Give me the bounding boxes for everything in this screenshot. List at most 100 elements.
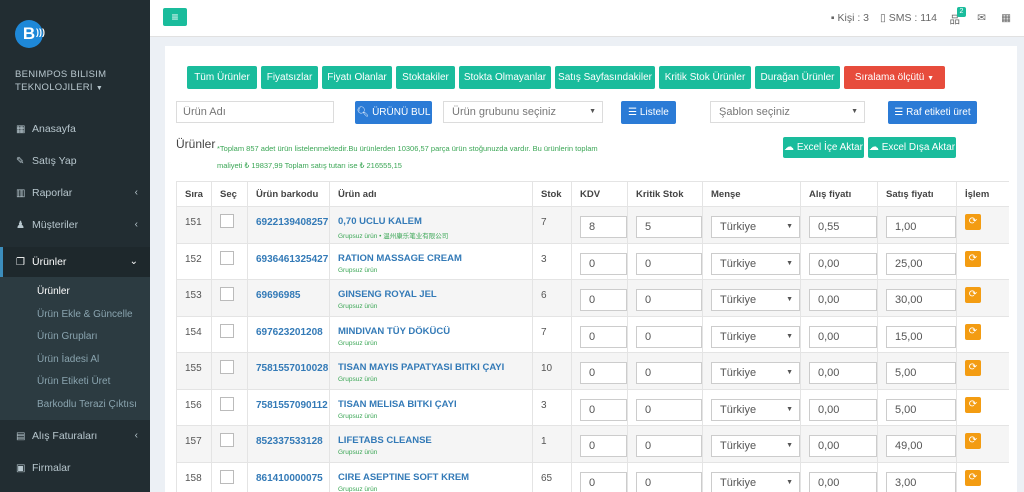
critical-stock-input[interactable]: 0 <box>636 289 702 311</box>
shelf-label-button[interactable]: ☰ Raf etiketi üret <box>888 101 977 124</box>
product-barcode-link[interactable]: 6922139408257 <box>256 207 329 228</box>
critical-stock-input[interactable]: 0 <box>636 398 702 421</box>
col-alis[interactable]: Alış fiyatı <box>800 181 878 207</box>
list-button[interactable]: ☰ Listele <box>621 101 676 124</box>
row-select-checkbox[interactable] <box>220 323 234 338</box>
purchase-price-input[interactable]: 0,00 <box>809 289 877 311</box>
row-select-checkbox[interactable] <box>220 250 234 265</box>
excel-export-button[interactable]: ☁ Excel Dışa Aktar <box>868 137 956 158</box>
product-group-select[interactable]: Ürün grubunu seçiniz ▼ <box>443 101 603 123</box>
col-satis[interactable]: Satış fiyatı <box>877 181 957 207</box>
sale-price-input[interactable]: 49,00 <box>886 435 956 457</box>
purchase-price-input[interactable]: 0,00 <box>809 252 877 275</box>
product-name-link[interactable]: CIRE ASEPTINE SOFT KREM <box>338 463 532 483</box>
product-barcode-link[interactable]: 69696985 <box>256 280 329 301</box>
kdv-input[interactable]: 0 <box>580 289 627 311</box>
product-name-link[interactable]: TISAN MAYIS PAPATYASI BITKI ÇAYI <box>338 353 532 373</box>
filter-satis-sayfasindakiler[interactable]: Satış Sayfasındakiler <box>555 66 655 89</box>
messages-button[interactable]: ✉ <box>977 12 986 24</box>
row-select-checkbox[interactable] <box>220 433 234 447</box>
col-name[interactable]: Ürün adı <box>329 181 533 207</box>
product-name-link[interactable]: 0,70 UCLU KALEM <box>338 207 532 227</box>
origin-select[interactable]: Türkiye ▼ <box>711 252 800 275</box>
product-name-input[interactable] <box>176 101 334 123</box>
kdv-input[interactable]: 0 <box>580 252 627 275</box>
refresh-icon[interactable]: ⟳ <box>965 396 981 413</box>
product-name-link[interactable]: TISAN MELISA BITKI ÇAYI <box>338 390 532 410</box>
sale-price-input[interactable]: 1,00 <box>886 216 956 238</box>
submenu-item-urun-etiketi[interactable]: Ürün Etiketi Üret <box>0 371 150 394</box>
col-sec[interactable]: Seç <box>211 181 248 207</box>
refresh-icon[interactable]: ⟳ <box>965 214 981 230</box>
submenu-item-terazi[interactable]: Barkodlu Terazi Çıktısı <box>0 394 150 417</box>
product-barcode-link[interactable]: 697623201208 <box>256 317 329 338</box>
row-select-checkbox[interactable] <box>220 396 234 411</box>
refresh-icon[interactable]: ⟳ <box>965 287 981 303</box>
sidebar-item-raporlar[interactable]: ▥ Raporlar ‹ <box>0 177 150 209</box>
critical-stock-input[interactable]: 0 <box>636 325 702 348</box>
notifications-button[interactable]: 品 2 <box>950 7 967 27</box>
filter-fiyatsizlar[interactable]: Fiyatsızlar <box>261 66 318 89</box>
row-select-checkbox[interactable] <box>220 287 234 301</box>
critical-stock-input[interactable]: 0 <box>636 362 702 384</box>
refresh-icon[interactable]: ⟳ <box>965 250 981 267</box>
origin-select[interactable]: Türkiye ▼ <box>711 216 800 238</box>
row-select-checkbox[interactable] <box>220 214 234 228</box>
origin-select[interactable]: Türkiye ▼ <box>711 362 800 384</box>
sale-price-input[interactable]: 15,00 <box>886 325 956 348</box>
sort-dropdown[interactable]: Sıralama ölçütü ▼ <box>844 66 945 89</box>
kdv-input[interactable]: 0 <box>580 325 627 348</box>
col-sira[interactable]: Sıra <box>176 181 212 207</box>
refresh-icon[interactable]: ⟳ <box>965 323 981 340</box>
sidebar-toggle-button[interactable]: ≡ <box>163 8 187 26</box>
sale-price-input[interactable]: 3,00 <box>886 471 956 492</box>
purchase-price-input[interactable]: 0,55 <box>809 216 877 238</box>
purchase-price-input[interactable]: 0,00 <box>809 325 877 348</box>
submenu-item-urunler[interactable]: Ürünler <box>0 281 150 304</box>
origin-select[interactable]: Türkiye ▼ <box>711 289 800 311</box>
critical-stock-input[interactable]: 0 <box>636 252 702 275</box>
refresh-icon[interactable]: ⟳ <box>965 433 981 449</box>
company-menu[interactable]: BENIMPOS BILISIM TEKNOLOJILERI ▼ <box>15 68 145 95</box>
product-barcode-link[interactable]: 7581557010028 <box>256 353 329 374</box>
filter-fiyati-olanlar[interactable]: Fiyatı Olanlar <box>322 66 392 89</box>
sale-price-input[interactable]: 25,00 <box>886 252 956 275</box>
excel-import-button[interactable]: ☁ Excel İçe Aktar <box>783 137 864 158</box>
sidebar-item-musteriler[interactable]: ♟ Müşteriler ‹ <box>0 209 150 241</box>
refresh-icon[interactable]: ⟳ <box>965 360 981 376</box>
product-name-link[interactable]: LIFETABS CLEANSE <box>338 426 532 446</box>
refresh-icon[interactable]: ⟳ <box>965 469 981 486</box>
product-name-link[interactable]: RATION MASSAGE CREAM <box>338 244 532 264</box>
kisi-counter[interactable]: ▪ Kişi : 3 <box>831 12 869 24</box>
purchase-price-input[interactable]: 0,00 <box>809 362 877 384</box>
submenu-item-urun-gruplari[interactable]: Ürün Grupları <box>0 326 150 349</box>
filter-stoktakiler[interactable]: Stoktakiler <box>396 66 455 89</box>
critical-stock-input[interactable]: 0 <box>636 435 702 457</box>
purchase-price-input[interactable]: 0,00 <box>809 471 877 492</box>
product-barcode-link[interactable]: 6936461325427 <box>256 244 329 265</box>
filter-tum-urunler[interactable]: Tüm Ürünler <box>187 66 257 89</box>
filter-kritik-stok[interactable]: Kritik Stok Ürünler <box>659 66 751 89</box>
kdv-input[interactable]: 0 <box>580 471 627 492</box>
sale-price-input[interactable]: 5,00 <box>886 362 956 384</box>
col-barcode[interactable]: Ürün barkodu <box>247 181 330 207</box>
product-name-link[interactable]: MINDIVAN TÜY DÖKÜCÜ <box>338 317 532 337</box>
kdv-input[interactable]: 0 <box>580 435 627 457</box>
sidebar-item-anasayfa[interactable]: ▦ Anasayfa <box>0 113 150 145</box>
sidebar-item-alis-faturalari[interactable]: ▤ Alış Faturaları ‹ <box>0 420 150 452</box>
filter-duragan-urunler[interactable]: Durağan Ürünler <box>755 66 840 89</box>
sms-counter[interactable]: ▯ SMS : 114 <box>880 12 937 24</box>
sidebar-item-satis-yap[interactable]: ✎ Satış Yap <box>0 145 150 177</box>
origin-select[interactable]: Türkiye ▼ <box>711 398 800 421</box>
sidebar-item-urunler[interactable]: ❐ Ürünler ⌄ <box>0 247 150 277</box>
product-name-link[interactable]: GINSENG ROYAL JEL <box>338 280 532 300</box>
col-kdv[interactable]: KDV <box>571 181 628 207</box>
template-select[interactable]: Şablon seçiniz ▼ <box>710 101 865 123</box>
sale-price-input[interactable]: 5,00 <box>886 398 956 421</box>
row-select-checkbox[interactable] <box>220 469 234 484</box>
product-barcode-link[interactable]: 852337533128 <box>256 426 329 447</box>
origin-select[interactable]: Türkiye ▼ <box>711 471 800 492</box>
kdv-input[interactable]: 8 <box>580 216 627 238</box>
row-select-checkbox[interactable] <box>220 360 234 374</box>
submenu-item-urun-iadesi[interactable]: Ürün İadesi Al <box>0 349 150 372</box>
